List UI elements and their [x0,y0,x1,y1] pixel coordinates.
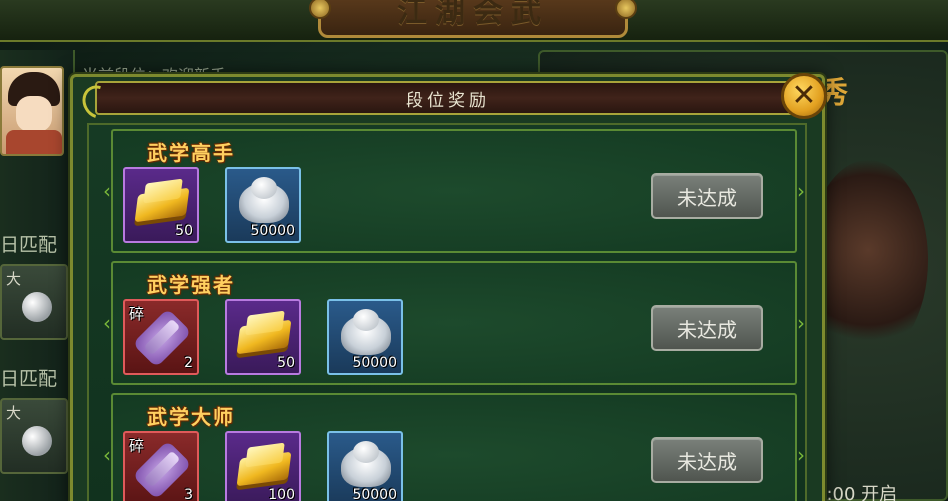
reward-item-fragment[interactable]: 碎 2 [123,299,199,375]
reward-list[interactable]: ‹ › 武学高手 50 50000 未达成 ‹ › 武学强者 碎 2 50 50… [87,123,807,501]
chevron-left-icon: ‹ [103,311,111,335]
reward-tier: ‹ › 武学强者 碎 2 50 50000 未达成 [103,261,805,385]
reward-item-gold[interactable]: 50 [225,299,301,375]
fragment-label: 碎 [129,437,145,455]
reward-item-silver[interactable]: 50000 [225,167,301,243]
item-quantity: 50000 [250,223,295,239]
open-time-text: 9:00 开启 [815,484,898,501]
chevron-right-icon: › [797,311,805,335]
reward-items: 50 50000 [123,167,301,243]
tier-status-button[interactable]: 未达成 [651,173,763,219]
player-avatar[interactable] [0,66,64,156]
reward-tier: ‹ › 武学高手 50 50000 未达成 [103,129,805,253]
fragment-label: 碎 [129,305,145,323]
reward-tier: ‹ › 武学大师 碎 3 100 50000 未达成 [103,393,805,501]
match-label: 日匹配 [0,234,58,256]
item-quantity: 50000 [352,487,397,501]
top-bar: 江湖会武 [0,0,948,42]
item-quantity: 50000 [352,355,397,371]
tile-text: 大 [6,404,22,422]
match-tile[interactable]: 大 [0,398,68,474]
chevron-left-icon: ‹ [103,443,111,467]
reward-items: 碎 3 100 50000 [123,431,403,501]
reward-item-gold[interactable]: 100 [225,431,301,501]
reward-item-silver[interactable]: 50000 [327,299,403,375]
dialog-title: 段位奖励 [406,90,490,111]
rank-emblem-icon [808,160,928,360]
reward-item-silver[interactable]: 50000 [327,431,403,501]
avatar-body [6,130,62,154]
tile-text: 大 [6,270,22,288]
dialog-header: 段位奖励 [76,79,801,125]
avatar-face [16,96,52,132]
plate-knob-icon [309,0,331,19]
silver-ingot-icon [353,441,379,463]
close-x-icon: ✕ [791,78,817,113]
tier-status-button[interactable]: 未达成 [651,437,763,483]
match-tile[interactable]: 大 [0,264,68,340]
reward-items: 碎 2 50 50000 [123,299,403,375]
item-quantity: 50 [277,355,295,371]
item-quantity: 2 [184,355,193,371]
match-label: 日匹配 [0,368,58,390]
silver-ingot-icon [353,309,379,331]
top-title-plate: 江湖会武 [309,0,637,38]
reward-item-fragment[interactable]: 碎 3 [123,431,199,501]
item-quantity: 3 [184,487,193,501]
item-quantity: 50 [175,223,193,239]
close-button[interactable]: ✕ [781,73,827,119]
tier-title: 武学强者 [147,273,235,297]
tier-title: 武学大师 [147,405,235,429]
item-quantity: 100 [268,487,295,501]
rank-reward-dialog: 段位奖励 ✕ ‹ › 武学高手 50 50000 未达成 ‹ › 武学强者 碎 … [70,73,827,501]
silver-ingot-icon [251,177,277,199]
top-title: 江湖会武 [397,0,549,30]
ball-icon [22,292,52,322]
chevron-left-icon: ‹ [103,179,111,203]
tier-status-button[interactable]: 未达成 [651,305,763,351]
chevron-right-icon: › [797,179,805,203]
plate-knob-icon [615,0,637,19]
ball-icon [22,426,52,456]
chevron-right-icon: › [797,443,805,467]
ornament-curl-icon [76,79,120,125]
tier-title: 武学高手 [147,141,235,165]
reward-item-gold[interactable]: 50 [123,167,199,243]
